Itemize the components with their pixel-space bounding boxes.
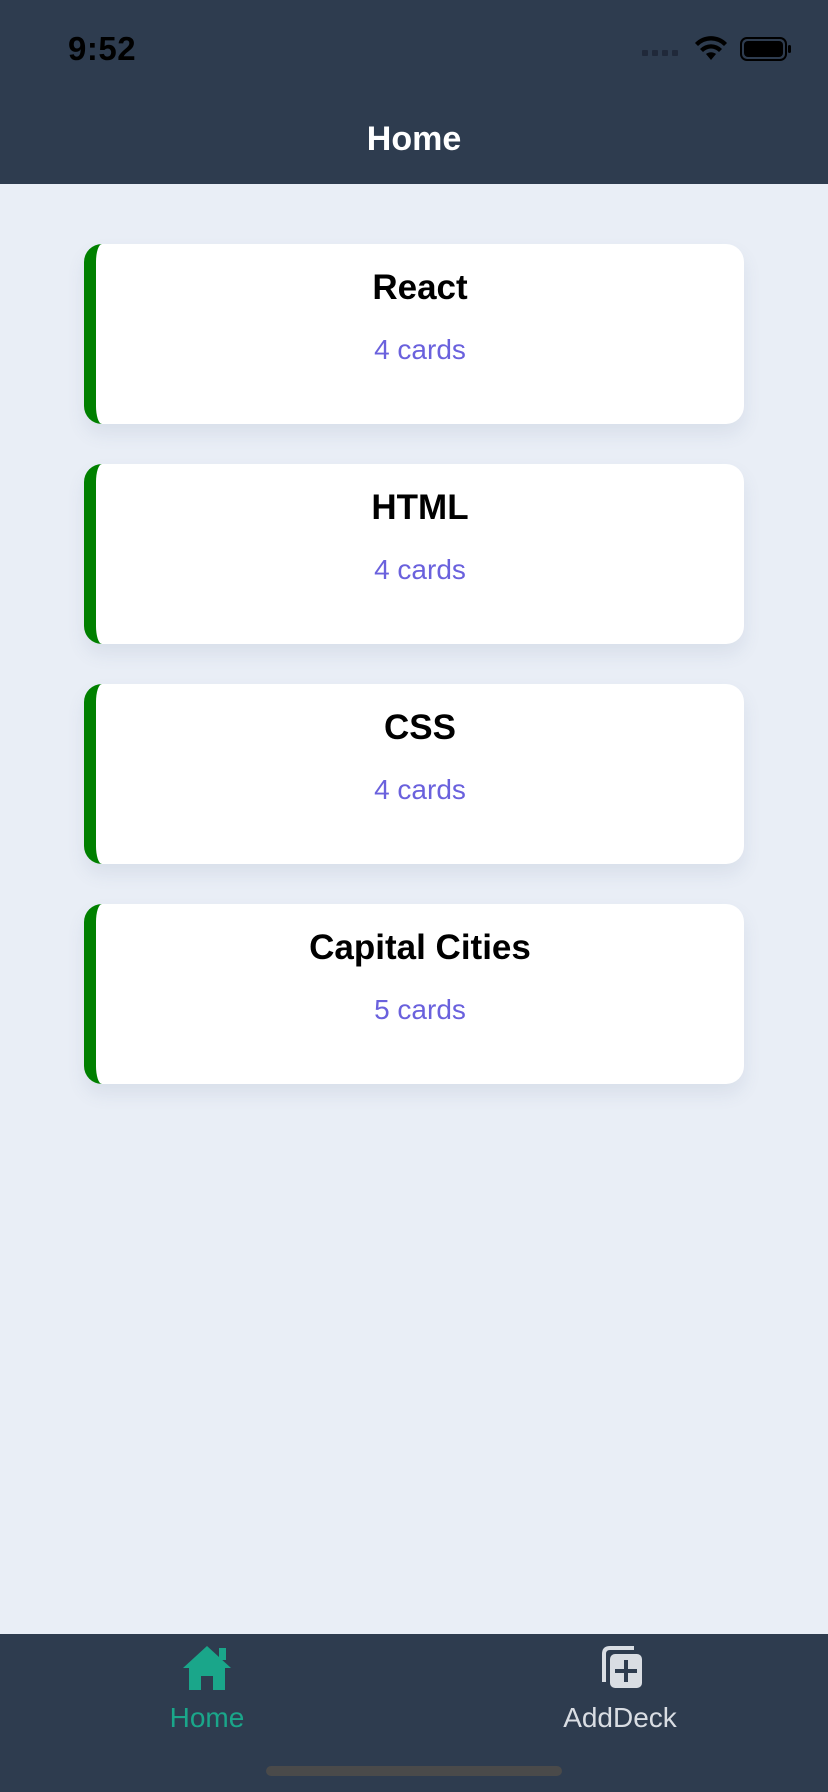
deck-card-react[interactable]: React 4 cards	[84, 244, 744, 424]
cellular-signal-icon	[642, 50, 678, 56]
tab-home[interactable]: Home	[87, 1642, 327, 1752]
deck-card-count: 5 cards	[374, 994, 466, 1025]
deck-title: React	[372, 268, 468, 307]
tab-add-deck-label: AddDeck	[563, 1702, 677, 1733]
deck-card-capital-cities[interactable]: Capital Cities 5 cards	[84, 904, 744, 1084]
deck-card-count: 4 cards	[374, 334, 466, 365]
deck-card-count: 4 cards	[374, 554, 466, 585]
tab-add-deck[interactable]: AddDeck	[500, 1642, 740, 1752]
deck-card-css[interactable]: CSS 4 cards	[84, 684, 744, 864]
deck-card-html[interactable]: HTML 4 cards	[84, 464, 744, 644]
app-screen: 9:52 Home React 4 cards HTML 4 cards CSS…	[0, 0, 828, 1792]
status-time: 9:52	[68, 30, 137, 67]
home-indicator	[266, 1766, 562, 1776]
deck-title: HTML	[371, 488, 469, 527]
home-icon	[183, 1646, 231, 1690]
tab-home-label: Home	[169, 1702, 245, 1733]
deck-title: CSS	[384, 708, 456, 747]
deck-list: React 4 cards HTML 4 cards CSS 4 cards C…	[84, 244, 744, 1124]
battery-icon	[740, 37, 791, 61]
deck-title: Capital Cities	[309, 928, 531, 967]
status-icons	[642, 36, 792, 62]
page-title: Home	[366, 120, 462, 158]
add-deck-icon	[602, 1646, 642, 1688]
wifi-icon	[695, 36, 727, 60]
deck-card-count: 4 cards	[374, 774, 466, 805]
header: 9:52 Home	[0, 0, 828, 184]
